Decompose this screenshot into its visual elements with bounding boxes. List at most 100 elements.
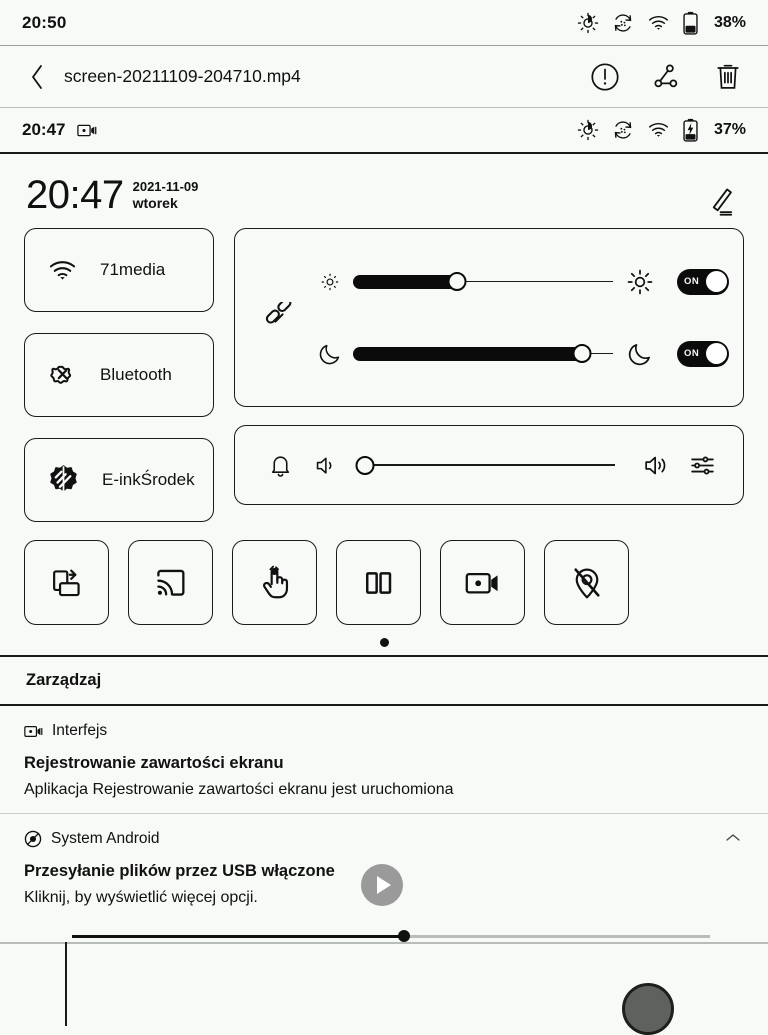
bluetooth-off-icon: [47, 360, 78, 391]
manage-label: Zarządzaj: [26, 671, 102, 689]
bell-icon[interactable]: [257, 453, 303, 478]
tile-touch-lock[interactable]: [232, 540, 317, 625]
wifi-icon: [647, 12, 670, 34]
warmlight-slider-row: ON: [307, 340, 729, 367]
notification-title: Przesyłanie plików przez USB włączone: [24, 862, 335, 880]
battery-icon: [683, 11, 698, 35]
back-button[interactable]: [20, 64, 54, 90]
notification-app-row: Interfejs: [24, 722, 744, 740]
wifi-icon: [647, 119, 670, 141]
action-tiles-row: [0, 522, 768, 625]
shade-status-icons: 37%: [577, 118, 746, 142]
brightness-high-icon: [613, 269, 667, 295]
warmlight-thumb[interactable]: [572, 344, 592, 363]
brightness-fill: [353, 274, 457, 289]
manage-bar[interactable]: Zarządzaj: [0, 655, 768, 706]
notification-app-name: Interfejs: [52, 722, 108, 739]
notification-texts: Przesyłanie plików przez USB włączone Kl…: [24, 862, 335, 907]
share-icon[interactable]: [652, 62, 682, 92]
tile-split-screen[interactable]: [336, 540, 421, 625]
tile-screen-record[interactable]: [440, 540, 525, 625]
quick-tiles-column: 71media Bluetooth E-inkŚrodek: [24, 228, 214, 522]
volume-thumb[interactable]: [355, 455, 375, 475]
warmlight-toggle[interactable]: ON: [677, 340, 729, 367]
brightness-toggle[interactable]: ON: [677, 268, 729, 295]
shade-date: 2021-11-09: [132, 179, 199, 194]
toggle-knob: [705, 343, 727, 364]
notification-item[interactable]: System Android Przesyłanie plików przez …: [0, 814, 768, 922]
warmlight-slider[interactable]: [353, 344, 613, 363]
warmlight-toggle-label: ON: [684, 348, 700, 359]
toggle-knob: [705, 271, 727, 292]
quick-tile-bluetooth-label: Bluetooth: [100, 365, 172, 384]
screen-root: 20:50 38% screen-20211109-204710.mp4 20:…: [0, 0, 768, 1035]
notification-item[interactable]: Interfejs Rejestrowanie zawartości ekran…: [0, 706, 768, 814]
quick-tile-eink[interactable]: E-inkŚrodek: [24, 438, 214, 522]
divider-horizontal: [0, 942, 768, 944]
notification-shade: 20:47 37% 20:47 2021-11-09 wtorek 71medi…: [0, 108, 768, 924]
moon-icon: [307, 342, 353, 366]
system-status-bar: 20:50 38%: [0, 0, 768, 46]
screen-record-icon: [77, 123, 97, 138]
chevron-up-icon[interactable]: [724, 832, 742, 844]
tile-rotate-screen[interactable]: [24, 540, 109, 625]
android-system-icon: [24, 830, 42, 848]
battery-charging-icon: [683, 118, 698, 142]
quick-tile-wifi[interactable]: 71media: [24, 228, 214, 312]
shade-weekday: wtorek: [132, 194, 178, 211]
sliders-icon[interactable]: [679, 452, 725, 479]
status-icons: 38%: [577, 11, 746, 35]
video-seekbar[interactable]: [72, 930, 710, 942]
tile-cast-screen[interactable]: [128, 540, 213, 625]
brightness-panel: ON ON: [234, 228, 744, 407]
shade-big-clock: 20:47: [26, 173, 124, 217]
app-toolbar: screen-20211109-204710.mp4: [0, 46, 768, 108]
quick-tile-bluetooth[interactable]: Bluetooth: [24, 333, 214, 417]
info-icon[interactable]: [590, 62, 620, 92]
page-dot-active[interactable]: [379, 637, 389, 647]
brightness-thumb[interactable]: [447, 272, 467, 291]
shade-battery-percent: 37%: [713, 121, 746, 138]
shade-clock-header: 20:47 2021-11-09 wtorek: [0, 154, 768, 228]
quick-tile-wifi-label: 71media: [100, 260, 166, 279]
moon-icon: [613, 341, 667, 367]
notification-title: Rejestrowanie zawartości ekranu: [24, 754, 284, 772]
volume-panel: [234, 425, 744, 505]
refresh-dots-icon: [612, 119, 634, 141]
seekbar-fill: [72, 935, 404, 938]
quick-settings: 71media Bluetooth E-inkŚrodek ON ON: [0, 228, 768, 522]
brightness-low-icon: [307, 271, 353, 293]
status-clock: 20:50: [22, 12, 67, 32]
quick-panels-column: ON ON: [234, 228, 744, 522]
quick-tile-eink-label: E-inkŚrodek: [102, 470, 195, 489]
brightness-toggle-label: ON: [684, 276, 700, 287]
play-icon[interactable]: [360, 863, 403, 906]
link-icon[interactable]: [251, 301, 307, 334]
toolbar-actions: [590, 62, 742, 92]
wifi-icon: [47, 256, 78, 285]
brightness-icon: [577, 12, 599, 34]
refresh-dots-icon: [612, 12, 634, 34]
page-indicator: [0, 629, 768, 655]
shade-status-bar: 20:47 37%: [0, 108, 768, 154]
volume-track: [365, 464, 615, 466]
brightness-slider[interactable]: [353, 272, 613, 291]
eink-contrast-icon: [47, 464, 80, 497]
volume-slider[interactable]: [355, 455, 615, 475]
delete-icon[interactable]: [714, 62, 742, 92]
seekbar-thumb[interactable]: [397, 930, 410, 942]
screen-record-icon: [24, 724, 43, 739]
home-button[interactable]: [622, 983, 674, 1035]
divider-vertical: [65, 942, 67, 1026]
notification-app-row: System Android: [24, 830, 744, 848]
shade-status-clock: 20:47: [22, 120, 66, 139]
play-triangle: [377, 875, 392, 894]
tile-location-off[interactable]: [544, 540, 629, 625]
battery-percent: 38%: [713, 13, 746, 31]
volume-low-icon: [303, 453, 349, 478]
brightness-icon: [577, 119, 599, 141]
brightness-slider-row: ON: [307, 268, 729, 295]
edit-pencil-icon[interactable]: [704, 184, 738, 218]
slider-rows: ON ON: [307, 268, 729, 367]
file-title: screen-20211109-204710.mp4: [64, 66, 301, 86]
